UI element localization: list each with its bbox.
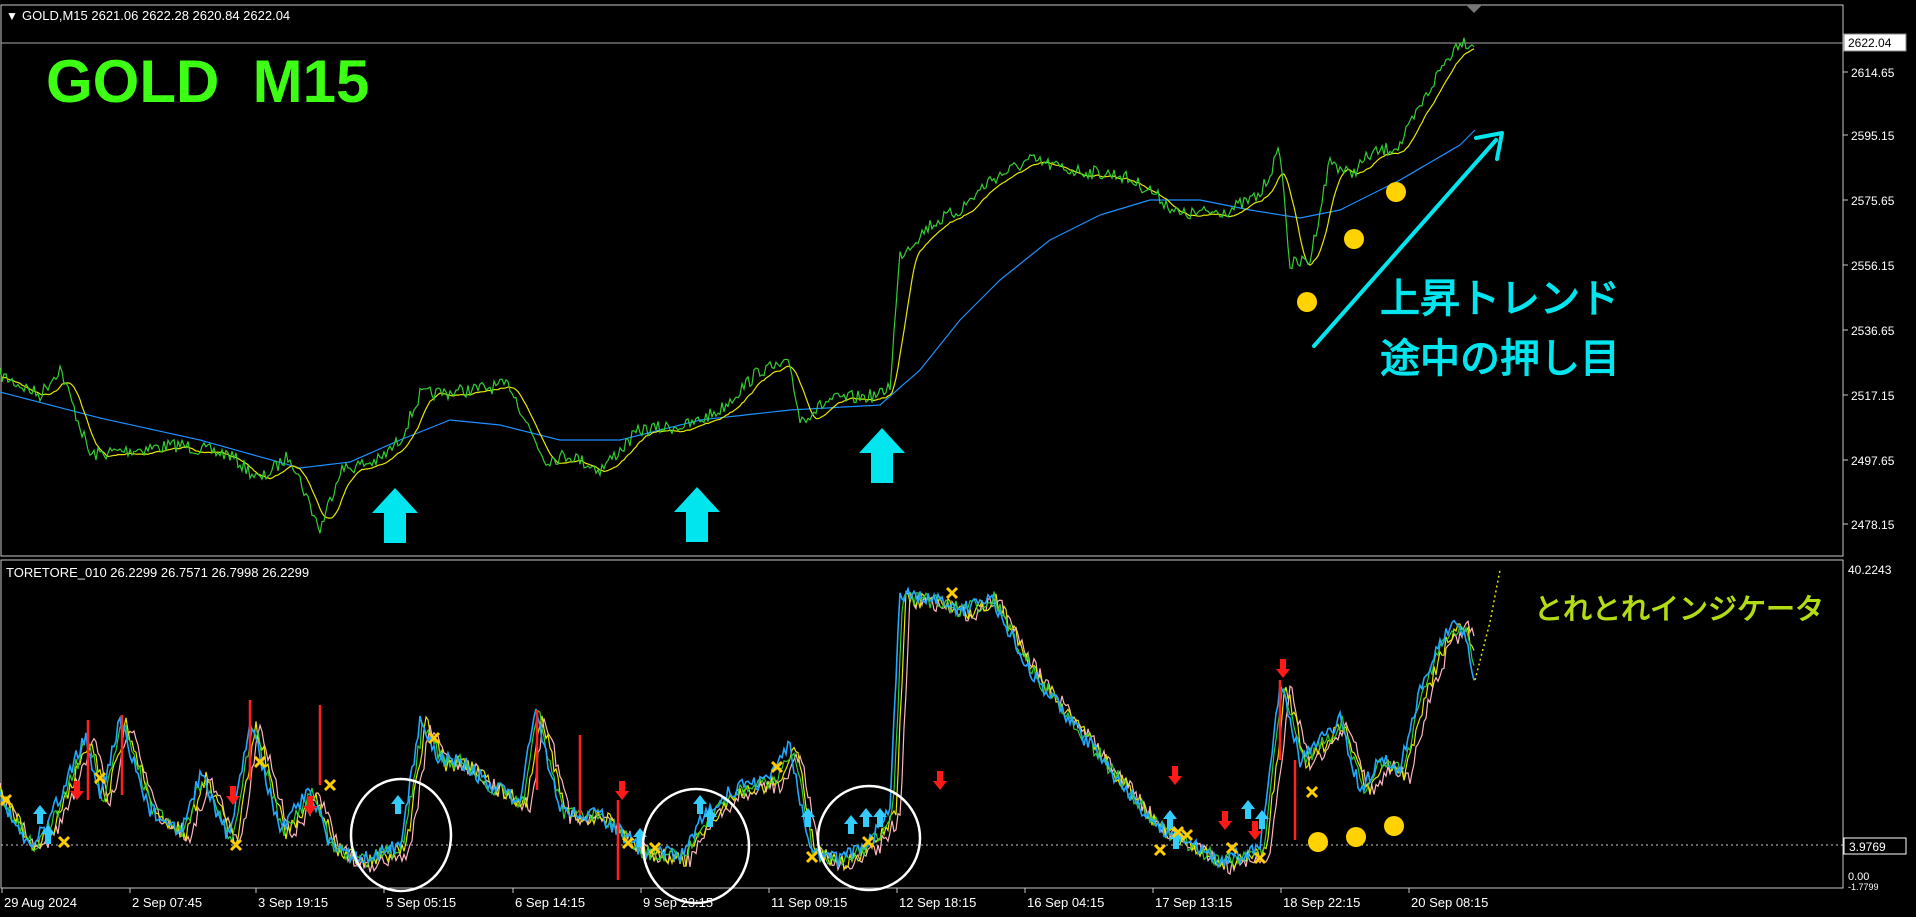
price-tick-label: 2536.65 [1851,324,1895,338]
time-axis[interactable]: 29 Aug 2024 2 Sep 07:45 3 Sep 19:15 5 Sep 0… [1,888,1488,910]
price-tick-label: 2575.65 [1851,194,1895,208]
pullback-dot [1297,292,1317,312]
price-tick-label: 2556.15 [1851,259,1895,273]
trading-chart[interactable]: ▼ GOLD,M15 2621.06 2622.28 2620.84 2622.… [0,0,1916,917]
price-tick-label: 2497.65 [1851,454,1895,468]
price-tick-label: 2595.15 [1851,129,1895,143]
indicator-header: TORETORE_010 26.2299 26.7571 26.7998 26.… [6,565,309,580]
price-tick-label: 2517.15 [1851,389,1895,403]
pullback-dot [1308,832,1328,852]
time-tick-label: 11 Sep 09:15 [771,895,847,910]
time-tick-label: 2 Sep 07:45 [132,895,202,910]
trend-label-line1: 上昇トレンド [1380,276,1620,322]
main-title-annotation: GOLD M15 [46,48,369,115]
indicator-axis-top: 40.2243 [1848,563,1892,577]
price-tick-label: 2478.15 [1851,518,1895,532]
time-tick-label: 20 Sep 08:15 [1411,895,1488,910]
chart-menu-triangle-icon[interactable]: ▼ [6,9,18,23]
time-tick-label: 12 Sep 18:15 [899,895,976,910]
time-tick-label: 18 Sep 22:15 [1283,895,1360,910]
price-axis[interactable]: 2614.65 2595.15 2575.65 2556.15 2536.65 2517.… [1843,66,1895,532]
current-price-label: 2622.04 [1848,36,1892,50]
symbol-header: GOLD,M15 2621.06 2622.28 2620.84 2622.04 [22,8,290,23]
pullback-dot [1384,816,1404,836]
pullback-dot [1346,827,1366,847]
indicator-axis-bottom-2: -1.7799 [1848,882,1879,892]
pullback-dot [1344,229,1364,249]
indicator-label-annotation: とれとれインジケータ [1534,592,1824,626]
price-tick-label: 2614.65 [1851,66,1895,80]
time-tick-label: 5 Sep 05:15 [386,895,456,910]
time-tick-label: 29 Aug 2024 [4,895,77,910]
time-tick-label: 6 Sep 14:15 [515,895,585,910]
time-tick-label: 16 Sep 04:15 [1027,895,1104,910]
indicator-level-label: 3.9769 [1849,840,1886,854]
trend-label-line2: 途中の押し目 [1380,336,1620,382]
pullback-dot [1386,182,1406,202]
time-tick-label: 3 Sep 19:15 [258,895,328,910]
time-tick-label: 17 Sep 13:15 [1155,895,1232,910]
